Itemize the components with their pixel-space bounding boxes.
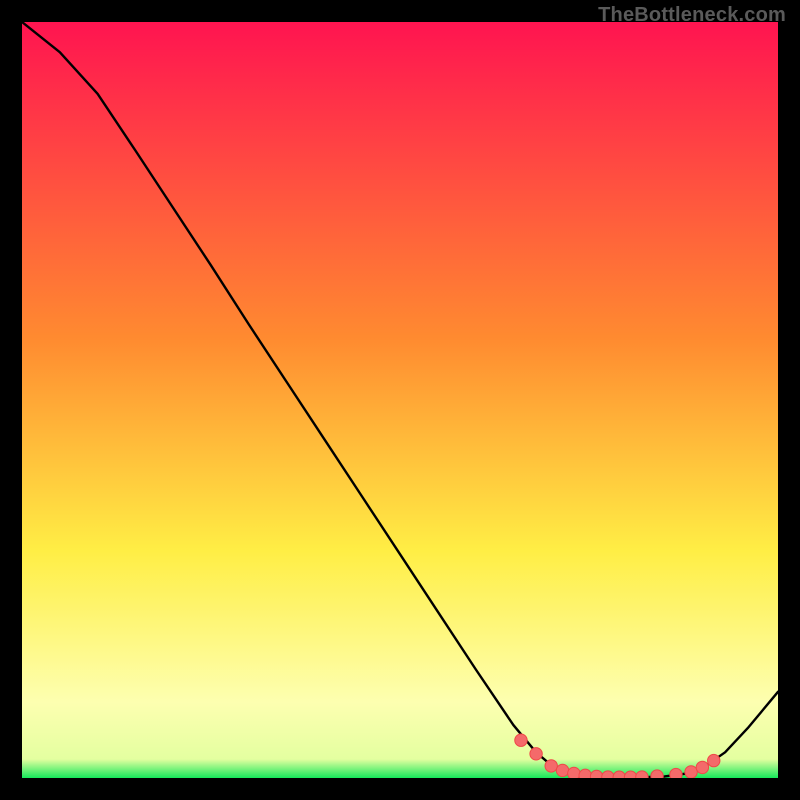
highlight-dot	[545, 760, 557, 772]
gradient-background	[22, 22, 778, 778]
highlight-dot	[670, 768, 682, 778]
highlight-dot	[590, 770, 602, 778]
highlight-dot	[515, 734, 527, 746]
highlight-dot	[651, 770, 663, 778]
highlight-dot	[696, 761, 708, 773]
highlight-dot	[556, 764, 568, 776]
highlight-dot	[685, 766, 697, 778]
highlight-dot	[708, 754, 720, 766]
plot-area	[22, 22, 778, 778]
highlight-dot	[568, 767, 580, 778]
chart-stage: TheBottleneck.com	[0, 0, 800, 800]
highlight-dot	[530, 748, 542, 760]
highlight-dot	[579, 769, 591, 778]
plot-svg	[22, 22, 778, 778]
